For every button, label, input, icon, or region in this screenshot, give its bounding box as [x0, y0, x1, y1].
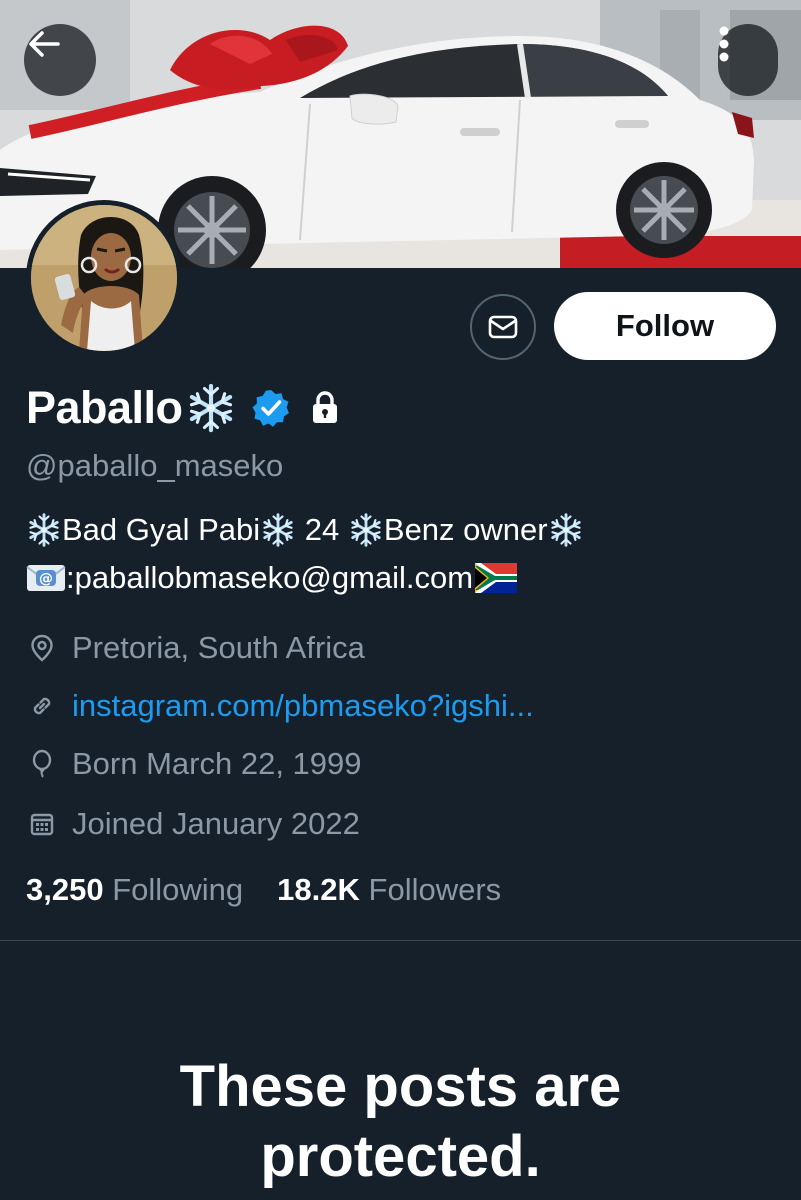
link-icon	[33, 697, 51, 715]
website-link[interactable]: instagram.com/pbmaseko?igshi...	[72, 688, 534, 724]
arrow-left-icon	[29, 31, 60, 57]
south-africa-flag-emoji	[475, 563, 518, 593]
snowflake-emoji	[260, 512, 296, 548]
envelope-arrow-emoji: @	[26, 565, 66, 591]
following-link[interactable]: 3,250 Following	[26, 872, 243, 908]
avatar-cartoon-image	[31, 205, 177, 351]
following-count: 3,250	[26, 872, 104, 907]
follow-button[interactable]: Follow	[554, 292, 776, 360]
joined-text: Joined January 2022	[72, 806, 360, 841]
calendar-icon	[30, 813, 54, 836]
profile-handle: @paballo_maseko	[26, 448, 284, 483]
back-button[interactable]	[24, 24, 96, 96]
bio-text-segment: Bad Gyal Pabi	[62, 512, 261, 547]
svg-text:@: @	[39, 571, 53, 587]
snowflake-emoji	[348, 512, 384, 548]
more-vertical-icon	[719, 26, 729, 62]
snowflake-emoji	[26, 512, 62, 548]
location-row: Pretoria, South Africa	[26, 630, 365, 666]
bio-email: :paballobmaseko@gmail.com	[66, 560, 474, 595]
following-label: Following	[112, 872, 244, 907]
lock-icon	[312, 391, 337, 423]
verified-badge-icon[interactable]	[251, 388, 291, 428]
protected-notice-line1: These posts are	[179, 1054, 622, 1119]
protected-notice: These posts are protected.	[0, 1052, 801, 1192]
profile-avatar[interactable]	[26, 200, 182, 356]
balloon-icon	[32, 749, 52, 778]
envelope-icon	[488, 315, 518, 339]
section-divider	[0, 940, 801, 941]
bio-line-2: @ :paballobmaseko@gmail.com	[26, 560, 518, 596]
snowflake-emoji	[185, 382, 237, 434]
birthday-text: Born March 22, 1999	[72, 746, 362, 781]
display-name: Paballo	[26, 382, 183, 433]
follow-stats: 3,250 Following 18.2K Followers	[26, 872, 501, 908]
followers-count: 18.2K	[277, 872, 360, 907]
location-pin-icon	[31, 634, 53, 662]
birthday-row: Born March 22, 1999	[26, 746, 362, 782]
followers-label: Followers	[368, 872, 502, 907]
website-row[interactable]: instagram.com/pbmaseko?igshi...	[26, 688, 534, 724]
joined-row: Joined January 2022	[26, 806, 360, 842]
followers-link[interactable]: 18.2K Followers	[277, 872, 501, 908]
bio-text-segment: Benz owner	[383, 512, 548, 547]
message-button[interactable]	[470, 294, 536, 360]
bio-text-segment: 24	[296, 512, 348, 547]
snowflake-emoji	[548, 512, 584, 548]
profile-name-row: Paballo	[26, 378, 341, 438]
protected-notice-line2: protected.	[260, 1124, 541, 1189]
more-options-button[interactable]	[718, 24, 778, 96]
location-text: Pretoria, South Africa	[72, 630, 365, 665]
bio-line-1: Bad Gyal Pabi 24 Benz owner	[26, 512, 584, 548]
